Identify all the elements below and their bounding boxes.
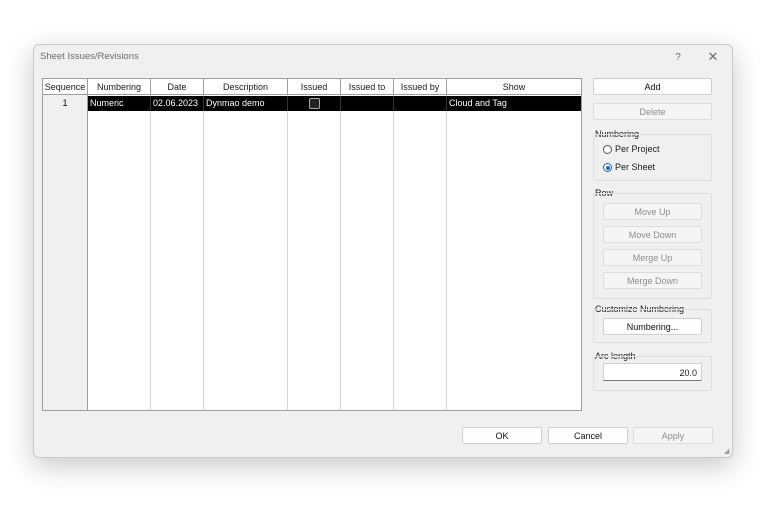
cell-show[interactable]: Cloud and Tag — [447, 96, 581, 111]
numbering-column — [88, 79, 151, 410]
ok-button[interactable]: OK — [462, 427, 542, 444]
merge-down-button[interactable]: Merge Down — [603, 272, 702, 289]
revisions-table: Sequence Numbering Date Description Issu… — [42, 78, 582, 411]
header-numbering[interactable]: Numbering — [88, 79, 151, 95]
move-down-button[interactable]: Move Down — [603, 226, 702, 243]
header-show[interactable]: Show — [447, 79, 581, 95]
per-sheet-label[interactable]: Per Sheet — [615, 162, 655, 172]
resize-grip-icon[interactable]: ◢ — [724, 448, 730, 455]
cell-issued-by[interactable] — [394, 96, 447, 111]
description-column — [204, 79, 288, 410]
add-button[interactable]: Add — [593, 78, 712, 95]
per-project-radio[interactable] — [603, 145, 612, 154]
numbering-group — [593, 134, 712, 181]
issued-by-column — [394, 79, 447, 410]
move-up-button[interactable]: Move Up — [603, 203, 702, 220]
apply-button[interactable]: Apply — [633, 427, 713, 444]
cancel-button[interactable]: Cancel — [548, 427, 628, 444]
cell-issued — [288, 96, 341, 111]
numbering-button[interactable]: Numbering... — [603, 318, 702, 335]
cell-sequence[interactable]: 1 — [43, 96, 88, 111]
date-column — [151, 79, 204, 410]
header-sequence[interactable]: Sequence — [43, 79, 88, 95]
close-icon[interactable]: ✕ — [700, 47, 726, 67]
header-date[interactable]: Date — [151, 79, 204, 95]
sequence-column — [43, 79, 88, 410]
header-issued[interactable]: Issued — [288, 79, 341, 95]
cell-date[interactable]: 02.06.2023 — [151, 96, 204, 111]
issued-column — [288, 79, 341, 410]
issued-to-column — [341, 79, 394, 410]
help-button[interactable]: ? — [665, 47, 691, 67]
per-project-label[interactable]: Per Project — [615, 144, 660, 154]
cell-issued-to[interactable] — [341, 96, 394, 111]
dialog-title: Sheet Issues/Revisions — [40, 51, 139, 62]
issued-checkbox[interactable] — [309, 98, 320, 109]
cell-numbering[interactable]: Numeric — [88, 96, 151, 111]
header-issued-by[interactable]: Issued by — [394, 79, 447, 95]
header-issued-to[interactable]: Issued to — [341, 79, 394, 95]
merge-up-button[interactable]: Merge Up — [603, 249, 702, 266]
table-row[interactable]: 1 Numeric 02.06.2023 Dynmao demo Cloud a… — [43, 96, 581, 111]
delete-button[interactable]: Delete — [593, 103, 712, 120]
header-description[interactable]: Description — [204, 79, 288, 95]
sheet-issues-dialog: Sheet Issues/Revisions ? ✕ Sequence Numb… — [33, 44, 733, 458]
cell-description[interactable]: Dynmao demo — [204, 96, 288, 111]
per-sheet-radio[interactable] — [603, 163, 612, 172]
arc-length-input[interactable]: 20.0 — [603, 363, 702, 381]
